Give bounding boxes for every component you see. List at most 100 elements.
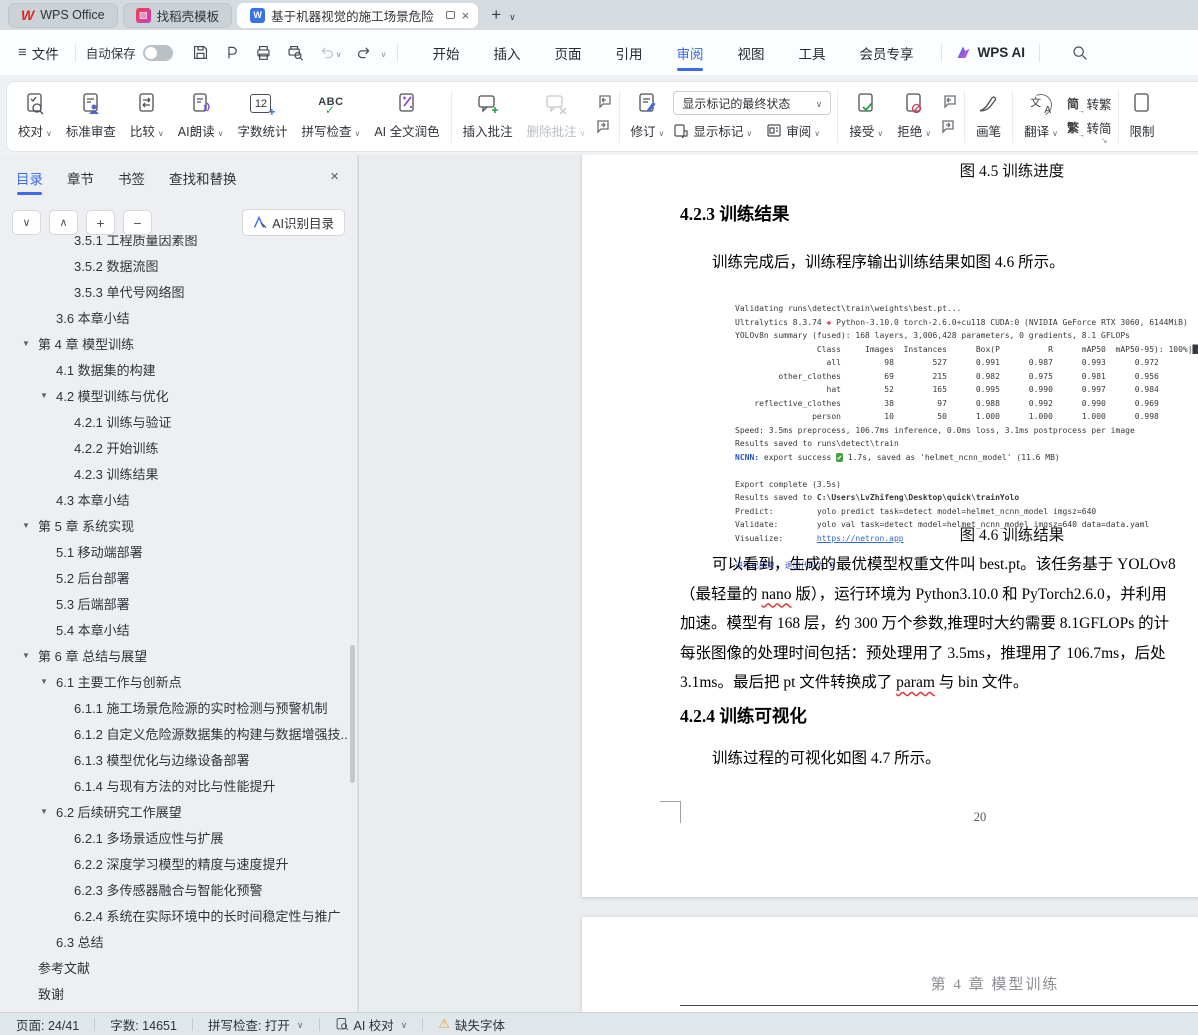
insert-comment-button[interactable]: 插入批注 bbox=[456, 85, 520, 148]
new-tab-button[interactable]: + bbox=[491, 5, 501, 25]
collapse-arrow-icon[interactable] bbox=[22, 521, 38, 530]
spell-check-button[interactable]: 拼写检查 bbox=[294, 85, 367, 148]
toc-item[interactable]: 4.2 模型训练与优化 bbox=[0, 382, 349, 408]
toc-item[interactable]: 6.2.2 深度学习模型的精度与速度提升 bbox=[0, 850, 349, 876]
window-tab-wps-office[interactable]: W WPS Office bbox=[8, 3, 118, 28]
toc-item[interactable]: 3.6 本章小结 bbox=[0, 304, 349, 330]
print-preview-button[interactable] bbox=[279, 44, 311, 61]
ai-proofread-status[interactable]: AI 校对 bbox=[335, 1015, 408, 1034]
toc-item[interactable]: 6.3 总结 bbox=[0, 928, 349, 954]
toc-item[interactable]: 3.5.1 工程质量因素图 bbox=[0, 235, 349, 252]
toc-next-button[interactable] bbox=[12, 210, 41, 235]
toc-item[interactable]: 4.3 本章小结 bbox=[0, 486, 349, 512]
previous-change-button[interactable] bbox=[941, 94, 957, 112]
toc-previous-button[interactable] bbox=[49, 210, 78, 235]
next-change-button[interactable] bbox=[941, 119, 957, 137]
toc-collapse-button[interactable] bbox=[123, 210, 152, 235]
collapse-arrow-icon[interactable] bbox=[40, 677, 56, 686]
toc-item[interactable]: 5.2 后台部署 bbox=[0, 564, 349, 590]
to-traditional-button[interactable]: 简 转繁 bbox=[1067, 94, 1112, 113]
accept-change-button[interactable]: 接受 bbox=[842, 85, 890, 148]
document-page-20[interactable]: 图 4.5 训练进度 4.2.3 训练结果 训练完成后，训练程序输出训练结果如图… bbox=[582, 155, 1198, 897]
export-pdf-button[interactable] bbox=[216, 44, 247, 61]
quickbar-caret-icon[interactable] bbox=[380, 45, 387, 60]
standard-review-button[interactable]: 标准审查 bbox=[59, 85, 123, 148]
translate-button[interactable]: 翻译 bbox=[1017, 85, 1065, 148]
menu-tab[interactable]: 会员专享 bbox=[856, 30, 918, 75]
page-count[interactable]: 页面: 24/41 bbox=[16, 1015, 79, 1034]
menu-tab[interactable]: 审阅 bbox=[673, 30, 708, 75]
spell-check-status[interactable]: 拼写检查: 打开 bbox=[208, 1015, 304, 1034]
toc-item[interactable]: 5.4 本章小结 bbox=[0, 616, 349, 642]
redo-button[interactable] bbox=[349, 44, 380, 61]
toc-item[interactable]: 6.1.3 模型优化与边缘设备部署 bbox=[0, 746, 349, 772]
menu-tab[interactable]: 开始 bbox=[429, 30, 464, 75]
file-menu-button[interactable]: 文件 bbox=[12, 43, 65, 63]
toc-item[interactable]: 第 5 章 系统实现 bbox=[0, 512, 349, 538]
menu-tab[interactable]: 工具 bbox=[795, 30, 830, 75]
previous-comment-button[interactable] bbox=[596, 94, 612, 112]
review-pane-button[interactable]: 审阅 bbox=[766, 121, 820, 140]
toc-expand-button[interactable] bbox=[86, 210, 115, 235]
compare-button[interactable]: 比较 bbox=[123, 85, 171, 148]
tab-list-caret-icon[interactable] bbox=[505, 8, 516, 23]
tab-close-icon[interactable] bbox=[462, 8, 470, 23]
sidebar-close-icon[interactable]: × bbox=[330, 168, 339, 185]
collapse-arrow-icon[interactable] bbox=[22, 651, 38, 660]
toc-item[interactable]: 4.2.3 训练结果 bbox=[0, 460, 349, 486]
toc-item[interactable]: 3.5.2 数据流图 bbox=[0, 252, 349, 278]
toc-item[interactable]: 6.2 后续研究工作展望 bbox=[0, 798, 349, 824]
sidebar-tab[interactable]: 目录 bbox=[16, 168, 43, 195]
document-page-21[interactable]: 第 4 章 模型训练 bbox=[582, 917, 1198, 1012]
toc-item[interactable]: 6.1.2 自定义危险源数据集的构建与数据增强技... bbox=[0, 720, 349, 746]
toc-item[interactable]: 4.2.2 开始训练 bbox=[0, 434, 349, 460]
toc-item[interactable]: 6.2.4 系统在实际环境中的长时间稳定性与推广 bbox=[0, 902, 349, 928]
menu-tab[interactable]: 页面 bbox=[551, 30, 586, 75]
menu-tab[interactable]: 视图 bbox=[734, 30, 769, 75]
toc-item[interactable]: 6.1 主要工作与创新点 bbox=[0, 668, 349, 694]
collapse-arrow-icon[interactable] bbox=[22, 339, 38, 348]
search-button[interactable] bbox=[1064, 44, 1095, 61]
toc-item[interactable]: 参考文献 bbox=[0, 954, 349, 980]
menu-tab[interactable]: 插入 bbox=[490, 30, 525, 75]
window-tab-docer[interactable]: ▨ 找稻壳模板 bbox=[123, 3, 233, 28]
toc-item[interactable]: 4.2.1 训练与验证 bbox=[0, 408, 349, 434]
tab-window-icon[interactable] bbox=[446, 11, 455, 19]
markup-state-select[interactable]: 显示标记的最终状态 bbox=[673, 91, 831, 115]
reject-change-button[interactable]: 拒绝 bbox=[890, 85, 938, 148]
toc-item[interactable]: 4.1 数据集的构建 bbox=[0, 356, 349, 382]
dialog-launcher-icon[interactable]: ↘ bbox=[1101, 136, 1108, 145]
to-simplified-button[interactable]: 繁 转简 bbox=[1067, 118, 1112, 137]
window-tab-document[interactable]: W 基于机器视觉的施工场景危险 bbox=[237, 3, 478, 28]
track-changes-button[interactable]: 修订 bbox=[624, 85, 672, 148]
toc-item[interactable]: 6.1.4 与现有方法的对比与性能提升 bbox=[0, 772, 349, 798]
menu-tab[interactable]: 引用 bbox=[612, 30, 647, 75]
restrict-edit-button[interactable]: 限制 bbox=[1123, 85, 1162, 148]
word-count-status[interactable]: 字数: 14651 bbox=[110, 1015, 177, 1034]
print-button[interactable] bbox=[247, 44, 279, 61]
toc-item[interactable]: 6.2.3 多传感器融合与智能化预警 bbox=[0, 876, 349, 902]
ai-polish-button[interactable]: AI 全文润色 bbox=[367, 85, 446, 148]
next-comment-button[interactable] bbox=[596, 119, 612, 137]
missing-font-warning[interactable]: 缺失字体 bbox=[438, 1015, 505, 1034]
sidebar-tab[interactable]: 章节 bbox=[67, 168, 94, 195]
toc-item[interactable]: 第 4 章 模型训练 bbox=[0, 330, 349, 356]
ai-read-button[interactable]: AI朗读 bbox=[171, 85, 231, 148]
wps-ai-button[interactable]: WPS AI bbox=[956, 45, 1026, 60]
sidebar-tab[interactable]: 查找和替换 bbox=[169, 168, 237, 195]
collapse-arrow-icon[interactable] bbox=[40, 391, 56, 400]
proofread-button[interactable]: 校对 bbox=[11, 85, 59, 148]
sidebar-tab[interactable]: 书签 bbox=[118, 168, 145, 195]
save-button[interactable] bbox=[185, 44, 216, 61]
toc-item[interactable]: 6.2.1 多场景适应性与扩展 bbox=[0, 824, 349, 850]
show-markup-button[interactable]: 显示标记 bbox=[673, 121, 752, 140]
autosave-toggle[interactable] bbox=[143, 45, 173, 61]
sidebar-scrollbar-thumb[interactable] bbox=[350, 645, 355, 783]
toc-item[interactable]: 5.3 后端部署 bbox=[0, 590, 349, 616]
word-count-button[interactable]: 字数统计 bbox=[230, 85, 294, 148]
toc-item[interactable]: 5.1 移动端部署 bbox=[0, 538, 349, 564]
toc-item[interactable]: 3.5.3 单代号网络图 bbox=[0, 278, 349, 304]
delete-comment-button[interactable]: 删除批注 bbox=[520, 85, 593, 148]
toc-item[interactable]: 致谢 bbox=[0, 980, 349, 1006]
ai-recognize-toc-button[interactable]: AI识别目录 bbox=[242, 209, 345, 236]
